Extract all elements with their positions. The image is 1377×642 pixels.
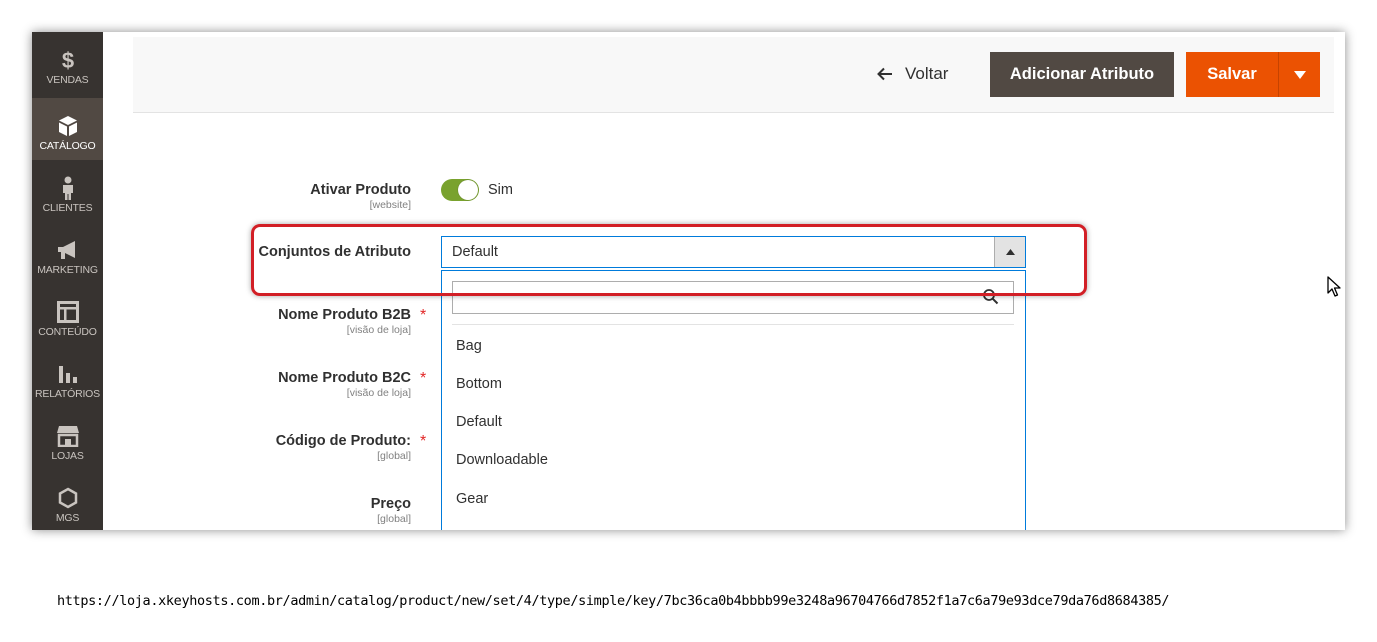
bar-chart-icon: [32, 362, 103, 386]
caret-up-icon: [1005, 249, 1015, 255]
sidebar-item-label: MARKETING: [37, 264, 98, 276]
dropdown-option[interactable]: Gear: [456, 491, 488, 507]
sidebar-item-conteudo[interactable]: CONTEÚDO: [32, 284, 103, 346]
attribute-set-select[interactable]: Default: [441, 236, 1026, 268]
cube-icon: [32, 114, 103, 138]
sidebar-item-label: LOJAS: [51, 450, 84, 462]
price-label: Preço: [370, 496, 411, 512]
save-options-toggle[interactable]: [1278, 52, 1320, 97]
storefront-icon: [32, 424, 103, 448]
caret-down-icon: [1293, 70, 1306, 79]
sidebar-item-label: VENDAS: [46, 74, 89, 86]
sidebar-item-mgs[interactable]: MGS: [32, 470, 103, 530]
name-b2b-label: Nome Produto B2B: [278, 307, 411, 323]
dropdown-option[interactable]: Downloadable: [456, 452, 548, 468]
enable-product-toggle[interactable]: [441, 179, 479, 201]
layout-icon: [32, 300, 103, 324]
admin-sidebar: $ VENDAS CATÁLOGO CLIENTES MARKETING CON…: [32, 32, 103, 530]
sidebar-item-marketing[interactable]: MARKETING: [32, 222, 103, 284]
page-actions-bar: Voltar Adicionar Atributo Salvar: [133, 37, 1334, 113]
back-button-label: Voltar: [905, 64, 949, 83]
sidebar-item-label: CONTEÚDO: [38, 326, 97, 338]
dropdown-divider: [452, 324, 1014, 325]
dropdown-search: [452, 281, 1014, 314]
dropdown-option[interactable]: Bag: [456, 338, 482, 354]
sku-label: Código de Produto:: [275, 433, 411, 449]
attribute-set-dropdown: Bag Bottom Default Downloadable Gear: [441, 270, 1026, 530]
required-marker: *: [420, 433, 427, 450]
save-button[interactable]: Salvar: [1186, 52, 1278, 97]
sidebar-item-lojas[interactable]: LOJAS: [32, 408, 103, 470]
sidebar-item-relatorios[interactable]: RELATÓRIOS: [32, 346, 103, 408]
toggle-knob: [458, 180, 478, 200]
dropdown-search-input[interactable]: [453, 282, 989, 311]
price-scope: [global]: [377, 513, 411, 525]
attribute-set-toggle[interactable]: [994, 237, 1025, 267]
name-b2b-scope: [visão de loja]: [346, 324, 411, 336]
sidebar-item-label: RELATÓRIOS: [35, 388, 100, 400]
dollar-icon: $: [32, 48, 103, 72]
mouse-cursor-icon: [1327, 276, 1341, 297]
hexagon-icon: [32, 486, 103, 510]
sidebar-item-clientes[interactable]: CLIENTES: [32, 160, 103, 222]
dropdown-option[interactable]: Default: [456, 414, 502, 430]
svg-text:$: $: [61, 48, 73, 72]
page-url: https://loja.xkeyhosts.com.br/admin/cata…: [57, 593, 1170, 609]
enable-product-label: Ativar Produto: [310, 182, 411, 198]
enable-product-value: Sim: [488, 182, 513, 198]
admin-window: $ VENDAS CATÁLOGO CLIENTES MARKETING CON…: [32, 32, 1345, 530]
sidebar-item-vendas[interactable]: $ VENDAS: [32, 32, 103, 94]
megaphone-icon: [32, 238, 103, 262]
sidebar-item-label: CLIENTES: [42, 202, 93, 214]
back-button[interactable]: Voltar: [877, 59, 948, 89]
dropdown-option[interactable]: Bottom: [456, 376, 502, 392]
enable-product-scope: [website]: [369, 199, 411, 211]
arrow-left-icon: [877, 67, 892, 81]
sku-scope: [global]: [377, 450, 411, 462]
required-marker: *: [420, 307, 427, 324]
name-b2c-scope: [visão de loja]: [346, 387, 411, 399]
add-attribute-button[interactable]: Adicionar Atributo: [990, 52, 1174, 97]
person-icon: [32, 176, 103, 200]
name-b2c-label: Nome Produto B2C: [278, 370, 411, 386]
attribute-set-value: Default: [452, 244, 498, 260]
sidebar-item-label: CATÁLOGO: [39, 140, 96, 152]
sidebar-item-label: MGS: [55, 512, 80, 524]
attribute-set-label: Conjuntos de Atributo: [258, 244, 412, 260]
search-icon: [983, 289, 999, 305]
sidebar-item-catalogo[interactable]: CATÁLOGO: [32, 98, 103, 160]
required-marker: *: [420, 370, 427, 387]
